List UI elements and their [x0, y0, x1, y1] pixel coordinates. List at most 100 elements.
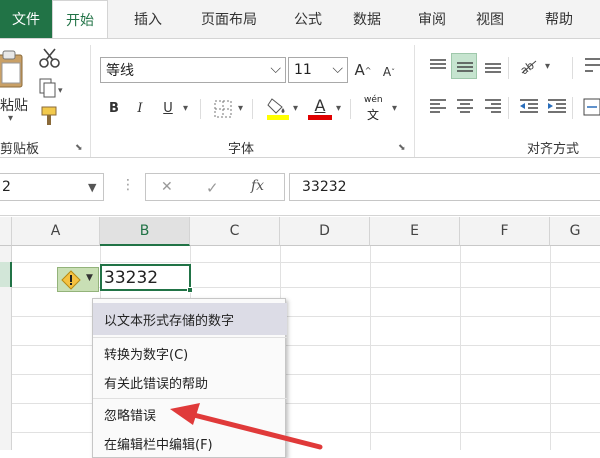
bold-button[interactable]: B	[104, 97, 124, 119]
tab-insert[interactable]: 插入	[120, 0, 176, 38]
tab-help[interactable]: 帮助	[534, 0, 584, 38]
wrap-text-icon[interactable]	[583, 55, 600, 77]
phonetic-pinyin: wén	[364, 95, 383, 105]
chevron-down-icon[interactable]: ▾	[8, 113, 13, 124]
tab-home[interactable]: 开始	[52, 0, 108, 39]
middle-align-icon	[457, 62, 473, 72]
column-line	[370, 246, 371, 450]
column-header-a[interactable]: A	[12, 217, 100, 246]
font-color-button[interactable]: A	[308, 95, 332, 121]
active-cell[interactable]: 33232	[100, 264, 193, 293]
font-color-swatch	[308, 115, 332, 120]
font-name-value: 等线	[106, 63, 134, 79]
cancel-icon[interactable]: ✕	[161, 179, 173, 195]
chevron-down-icon: ▼	[86, 273, 93, 283]
group-label-font: 字体	[228, 142, 255, 157]
insert-function-icon[interactable]: fx	[251, 178, 264, 194]
align-left-icon[interactable]	[428, 97, 448, 115]
separator	[200, 99, 201, 119]
cut-icon[interactable]	[38, 47, 62, 69]
annotation-arrow-icon	[170, 403, 323, 450]
ribbon-home: 粘贴 ▾ ▾ 剪贴板 ⬊ 等线 ⌵ 11 ⌵ A^ Aˇ B I U ▾ ▾	[0, 38, 600, 158]
align-center-icon[interactable]	[455, 97, 475, 115]
formula-bar: 2 ▼ ⋮ ✕ ✓ fx 33232	[0, 159, 600, 216]
column-header-g[interactable]: G	[550, 217, 600, 246]
font-size-dropdown[interactable]: 11 ⌵	[288, 57, 348, 83]
column-header-f[interactable]: F	[460, 217, 550, 246]
middle-align-button[interactable]	[451, 53, 477, 79]
column-header-b[interactable]: B	[100, 217, 190, 246]
menu-item-convert-to-number[interactable]: 转换为数字(C)	[93, 339, 287, 368]
font-size-value: 11	[294, 62, 312, 78]
column-header-d[interactable]: D	[280, 217, 370, 246]
separator	[350, 99, 351, 119]
active-cell-value: 33232	[104, 268, 159, 288]
formula-controls: ✕ ✓ fx	[145, 173, 285, 201]
font-color-icon: A	[314, 95, 326, 115]
column-header-e[interactable]: E	[370, 217, 460, 246]
dialog-launcher-icon[interactable]: ⬊	[398, 143, 406, 153]
warning-icon	[61, 270, 81, 290]
group-label-clipboard: 剪贴板	[0, 142, 40, 157]
group-separator	[90, 45, 91, 157]
decrease-indent-icon[interactable]	[518, 97, 540, 115]
underline-button[interactable]: U	[158, 97, 178, 119]
dialog-launcher-icon[interactable]: ⬊	[75, 143, 83, 153]
chevron-down-icon[interactable]: ▾	[392, 103, 397, 114]
copy-icon[interactable]: ▾	[38, 77, 68, 99]
menu-item-error-help[interactable]: 有关此错误的帮助	[93, 368, 287, 397]
tab-view[interactable]: 视图	[465, 0, 515, 38]
formula-input[interactable]: 33232	[289, 173, 600, 201]
clipboard-icon	[0, 50, 23, 88]
italic-button[interactable]: I	[130, 97, 150, 119]
format-painter-icon[interactable]	[38, 105, 62, 127]
decrease-font-icon: A	[382, 65, 392, 79]
merge-center-icon[interactable]	[583, 97, 600, 117]
fill-handle[interactable]	[187, 287, 193, 293]
separator	[572, 97, 573, 119]
tab-data[interactable]: 数据	[342, 0, 392, 38]
enter-icon[interactable]: ✓	[206, 179, 219, 197]
tab-page-layout[interactable]: 页面布局	[184, 0, 274, 38]
group-separator	[414, 45, 415, 157]
borders-icon[interactable]	[213, 99, 233, 119]
increase-font-size-button[interactable]: A ^	[354, 59, 372, 81]
error-options-button[interactable]: ▼	[57, 267, 99, 292]
chevron-down-icon[interactable]: ▾	[545, 61, 550, 72]
select-all-corner[interactable]	[0, 217, 12, 246]
name-box[interactable]: 2 ▼	[0, 173, 104, 201]
fill-color-icon[interactable]	[266, 95, 290, 121]
svg-text:▾: ▾	[58, 86, 63, 96]
name-box-value: 2	[2, 179, 11, 195]
phonetic-char: 文	[367, 108, 380, 122]
chevron-down-icon[interactable]: ▾	[183, 103, 188, 114]
increase-indent-icon[interactable]	[546, 97, 568, 115]
font-name-dropdown[interactable]: 等线 ⌵	[100, 57, 286, 83]
align-right-icon[interactable]	[483, 97, 503, 115]
paste-button[interactable]	[0, 49, 28, 89]
chevron-down-icon: ▼	[88, 181, 97, 194]
column-line	[460, 246, 461, 450]
phonetic-guide-button[interactable]: wén 文	[362, 93, 390, 123]
tab-file[interactable]: 文件	[0, 0, 52, 38]
row-header-active[interactable]	[0, 262, 12, 287]
menu-separator	[93, 337, 287, 338]
increase-font-icon: A	[354, 61, 365, 79]
top-align-icon[interactable]	[428, 57, 448, 75]
orientation-icon[interactable]: ab	[518, 55, 540, 77]
column-line	[550, 246, 551, 450]
formula-input-value: 33232	[302, 179, 347, 195]
chevron-down-icon[interactable]: ▾	[238, 103, 243, 114]
chevron-down-icon: ⌵	[332, 61, 343, 77]
grip-icon: ⋮	[121, 177, 135, 193]
chevron-down-icon[interactable]: ▾	[336, 103, 341, 114]
separator	[508, 97, 509, 119]
chevron-down-icon: ⌵	[270, 61, 281, 77]
tab-review[interactable]: 审阅	[407, 0, 457, 38]
chevron-down-icon[interactable]: ▾	[293, 103, 298, 114]
decrease-font-size-button[interactable]: Aˇ	[380, 61, 398, 83]
bottom-align-icon[interactable]	[483, 57, 503, 75]
separator	[572, 57, 573, 79]
tab-formulas[interactable]: 公式	[283, 0, 333, 38]
column-header-c[interactable]: C	[190, 217, 280, 246]
